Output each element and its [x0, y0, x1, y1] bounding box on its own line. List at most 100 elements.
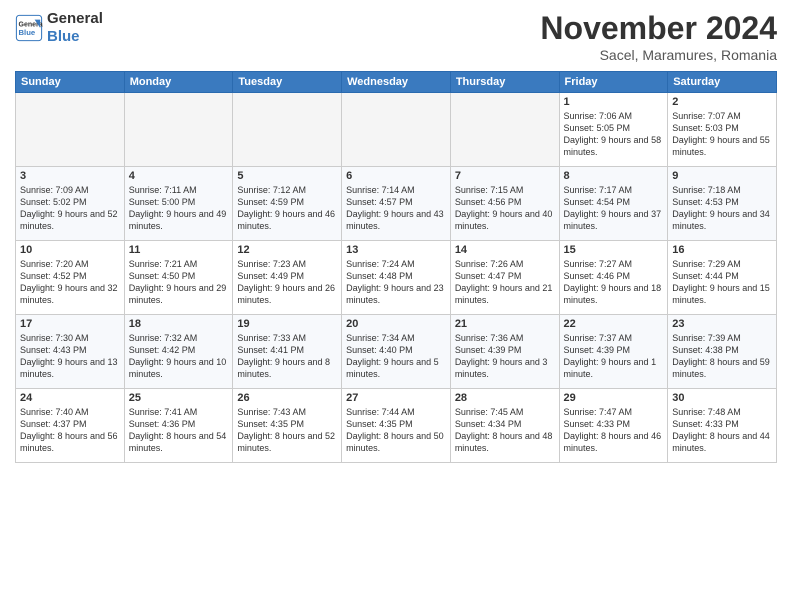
day-number: 22 — [564, 318, 664, 330]
day-number: 2 — [672, 96, 772, 108]
day-number: 21 — [455, 318, 555, 330]
day-number: 4 — [129, 170, 229, 182]
day-number: 12 — [237, 244, 337, 256]
calendar-cell: 20 Sunrise: 7:34 AMSunset: 4:40 PMDayligh… — [342, 315, 451, 389]
calendar-header-row: SundayMondayTuesdayWednesdayThursdayFrid… — [16, 72, 777, 93]
day-number: 28 — [455, 392, 555, 404]
day-info: Sunrise: 7:39 AMSunset: 4:38 PMDaylight:… — [672, 332, 772, 381]
day-info: Sunrise: 7:18 AMSunset: 4:53 PMDaylight:… — [672, 184, 772, 233]
calendar-cell: 3 Sunrise: 7:09 AMSunset: 5:02 PMDaylight… — [16, 167, 125, 241]
calendar-cell: 15Sunrise: 7:27 AMSunset: 4:46 PMDayligh… — [559, 241, 668, 315]
col-header-wednesday: Wednesday — [342, 72, 451, 93]
day-number: 15 — [564, 244, 664, 256]
week-row-4: 24 Sunrise: 7:40 AMSunset: 4:37 PMDayligh… — [16, 389, 777, 463]
col-header-friday: Friday — [559, 72, 668, 93]
calendar-cell — [450, 93, 559, 167]
logo-icon: General Blue — [15, 14, 43, 42]
svg-text:Blue: Blue — [19, 28, 36, 37]
calendar-cell: 25 Sunrise: 7:41 AMSunset: 4:36 PMDayligh… — [124, 389, 233, 463]
day-info: Sunrise: 7:11 AMSunset: 5:00 PMDaylight:… — [129, 184, 229, 233]
calendar-cell: 1 Sunrise: 7:06 AMSunset: 5:05 PMDaylight… — [559, 93, 668, 167]
day-number: 29 — [564, 392, 664, 404]
day-number: 24 — [20, 392, 120, 404]
day-info: Sunrise: 7:12 AMSunset: 4:59 PMDaylight:… — [237, 184, 337, 233]
calendar-cell: 22Sunrise: 7:37 AMSunset: 4:39 PMDayligh… — [559, 315, 668, 389]
day-number: 20 — [346, 318, 446, 330]
day-number: 11 — [129, 244, 229, 256]
calendar-cell: 5 Sunrise: 7:12 AMSunset: 4:59 PMDaylight… — [233, 167, 342, 241]
week-row-2: 10Sunrise: 7:20 AMSunset: 4:52 PMDayligh… — [16, 241, 777, 315]
calendar-cell: 27 Sunrise: 7:44 AMSunset: 4:35 PMDayligh… — [342, 389, 451, 463]
col-header-monday: Monday — [124, 72, 233, 93]
calendar-cell: 7 Sunrise: 7:15 AMSunset: 4:56 PMDaylight… — [450, 167, 559, 241]
day-number: 8 — [564, 170, 664, 182]
day-info: Sunrise: 7:06 AMSunset: 5:05 PMDaylight:… — [564, 110, 664, 159]
day-info: Sunrise: 7:45 AMSunset: 4:34 PMDaylight:… — [455, 406, 555, 455]
calendar-cell: 30 Sunrise: 7:48 AMSunset: 4:33 PMDayligh… — [668, 389, 777, 463]
day-info: Sunrise: 7:24 AMSunset: 4:48 PMDaylight:… — [346, 258, 446, 307]
calendar-cell — [233, 93, 342, 167]
day-number: 1 — [564, 96, 664, 108]
day-number: 5 — [237, 170, 337, 182]
calendar-cell: 26Sunrise: 7:43 AMSunset: 4:35 PMDayligh… — [233, 389, 342, 463]
calendar-cell: 6 Sunrise: 7:14 AMSunset: 4:57 PMDaylight… — [342, 167, 451, 241]
calendar-cell: 21 Sunrise: 7:36 AMSunset: 4:39 PMDayligh… — [450, 315, 559, 389]
day-info: Sunrise: 7:07 AMSunset: 5:03 PMDaylight:… — [672, 110, 772, 159]
day-info: Sunrise: 7:41 AMSunset: 4:36 PMDaylight:… — [129, 406, 229, 455]
col-header-thursday: Thursday — [450, 72, 559, 93]
day-number: 9 — [672, 170, 772, 182]
calendar-cell: 17Sunrise: 7:30 AMSunset: 4:43 PMDayligh… — [16, 315, 125, 389]
calendar-cell: 8 Sunrise: 7:17 AMSunset: 4:54 PMDaylight… — [559, 167, 668, 241]
day-info: Sunrise: 7:29 AMSunset: 4:44 PMDaylight:… — [672, 258, 772, 307]
day-number: 30 — [672, 392, 772, 404]
day-number: 23 — [672, 318, 772, 330]
day-info: Sunrise: 7:44 AMSunset: 4:35 PMDaylight:… — [346, 406, 446, 455]
day-info: Sunrise: 7:17 AMSunset: 4:54 PMDaylight:… — [564, 184, 664, 233]
day-number: 27 — [346, 392, 446, 404]
calendar-cell: 28 Sunrise: 7:45 AMSunset: 4:34 PMDayligh… — [450, 389, 559, 463]
day-info: Sunrise: 7:36 AMSunset: 4:39 PMDaylight:… — [455, 332, 555, 381]
day-number: 3 — [20, 170, 120, 182]
day-info: Sunrise: 7:48 AMSunset: 4:33 PMDaylight:… — [672, 406, 772, 455]
header: General Blue General Blue November 2024 … — [15, 10, 777, 63]
calendar-cell — [124, 93, 233, 167]
col-header-saturday: Saturday — [668, 72, 777, 93]
day-info: Sunrise: 7:34 AMSunset: 4:40 PMDaylight:… — [346, 332, 446, 381]
calendar-page: General Blue General Blue November 2024 … — [0, 0, 792, 612]
calendar-cell: 29 Sunrise: 7:47 AMSunset: 4:33 PMDayligh… — [559, 389, 668, 463]
day-number: 10 — [20, 244, 120, 256]
calendar-cell: 10Sunrise: 7:20 AMSunset: 4:52 PMDayligh… — [16, 241, 125, 315]
week-row-0: 1 Sunrise: 7:06 AMSunset: 5:05 PMDaylight… — [16, 93, 777, 167]
calendar-cell: 9 Sunrise: 7:18 AMSunset: 4:53 PMDaylight… — [668, 167, 777, 241]
day-info: Sunrise: 7:09 AMSunset: 5:02 PMDaylight:… — [20, 184, 120, 233]
calendar-cell: 18 Sunrise: 7:32 AMSunset: 4:42 PMDayligh… — [124, 315, 233, 389]
calendar-table: SundayMondayTuesdayWednesdayThursdayFrid… — [15, 71, 777, 463]
logo: General Blue General Blue — [15, 10, 103, 46]
day-number: 18 — [129, 318, 229, 330]
day-number: 26 — [237, 392, 337, 404]
title-block: November 2024 Sacel, Maramures, Romania — [540, 10, 777, 63]
day-info: Sunrise: 7:15 AMSunset: 4:56 PMDaylight:… — [455, 184, 555, 233]
calendar-cell: 4 Sunrise: 7:11 AMSunset: 5:00 PMDaylight… — [124, 167, 233, 241]
day-number: 14 — [455, 244, 555, 256]
day-info: Sunrise: 7:47 AMSunset: 4:33 PMDaylight:… — [564, 406, 664, 455]
day-info: Sunrise: 7:26 AMSunset: 4:47 PMDaylight:… — [455, 258, 555, 307]
calendar-cell: 24 Sunrise: 7:40 AMSunset: 4:37 PMDayligh… — [16, 389, 125, 463]
day-number: 25 — [129, 392, 229, 404]
week-row-1: 3 Sunrise: 7:09 AMSunset: 5:02 PMDaylight… — [16, 167, 777, 241]
calendar-cell: 12Sunrise: 7:23 AMSunset: 4:49 PMDayligh… — [233, 241, 342, 315]
day-info: Sunrise: 7:33 AMSunset: 4:41 PMDaylight:… — [237, 332, 337, 381]
col-header-sunday: Sunday — [16, 72, 125, 93]
day-info: Sunrise: 7:14 AMSunset: 4:57 PMDaylight:… — [346, 184, 446, 233]
day-number: 6 — [346, 170, 446, 182]
calendar-cell: 13 Sunrise: 7:24 AMSunset: 4:48 PMDayligh… — [342, 241, 451, 315]
day-info: Sunrise: 7:32 AMSunset: 4:42 PMDaylight:… — [129, 332, 229, 381]
day-info: Sunrise: 7:40 AMSunset: 4:37 PMDaylight:… — [20, 406, 120, 455]
calendar-cell: 23 Sunrise: 7:39 AMSunset: 4:38 PMDayligh… — [668, 315, 777, 389]
day-info: Sunrise: 7:30 AMSunset: 4:43 PMDaylight:… — [20, 332, 120, 381]
day-number: 13 — [346, 244, 446, 256]
day-number: 7 — [455, 170, 555, 182]
calendar-cell: 11Sunrise: 7:21 AMSunset: 4:50 PMDayligh… — [124, 241, 233, 315]
calendar-cell — [16, 93, 125, 167]
week-row-3: 17Sunrise: 7:30 AMSunset: 4:43 PMDayligh… — [16, 315, 777, 389]
